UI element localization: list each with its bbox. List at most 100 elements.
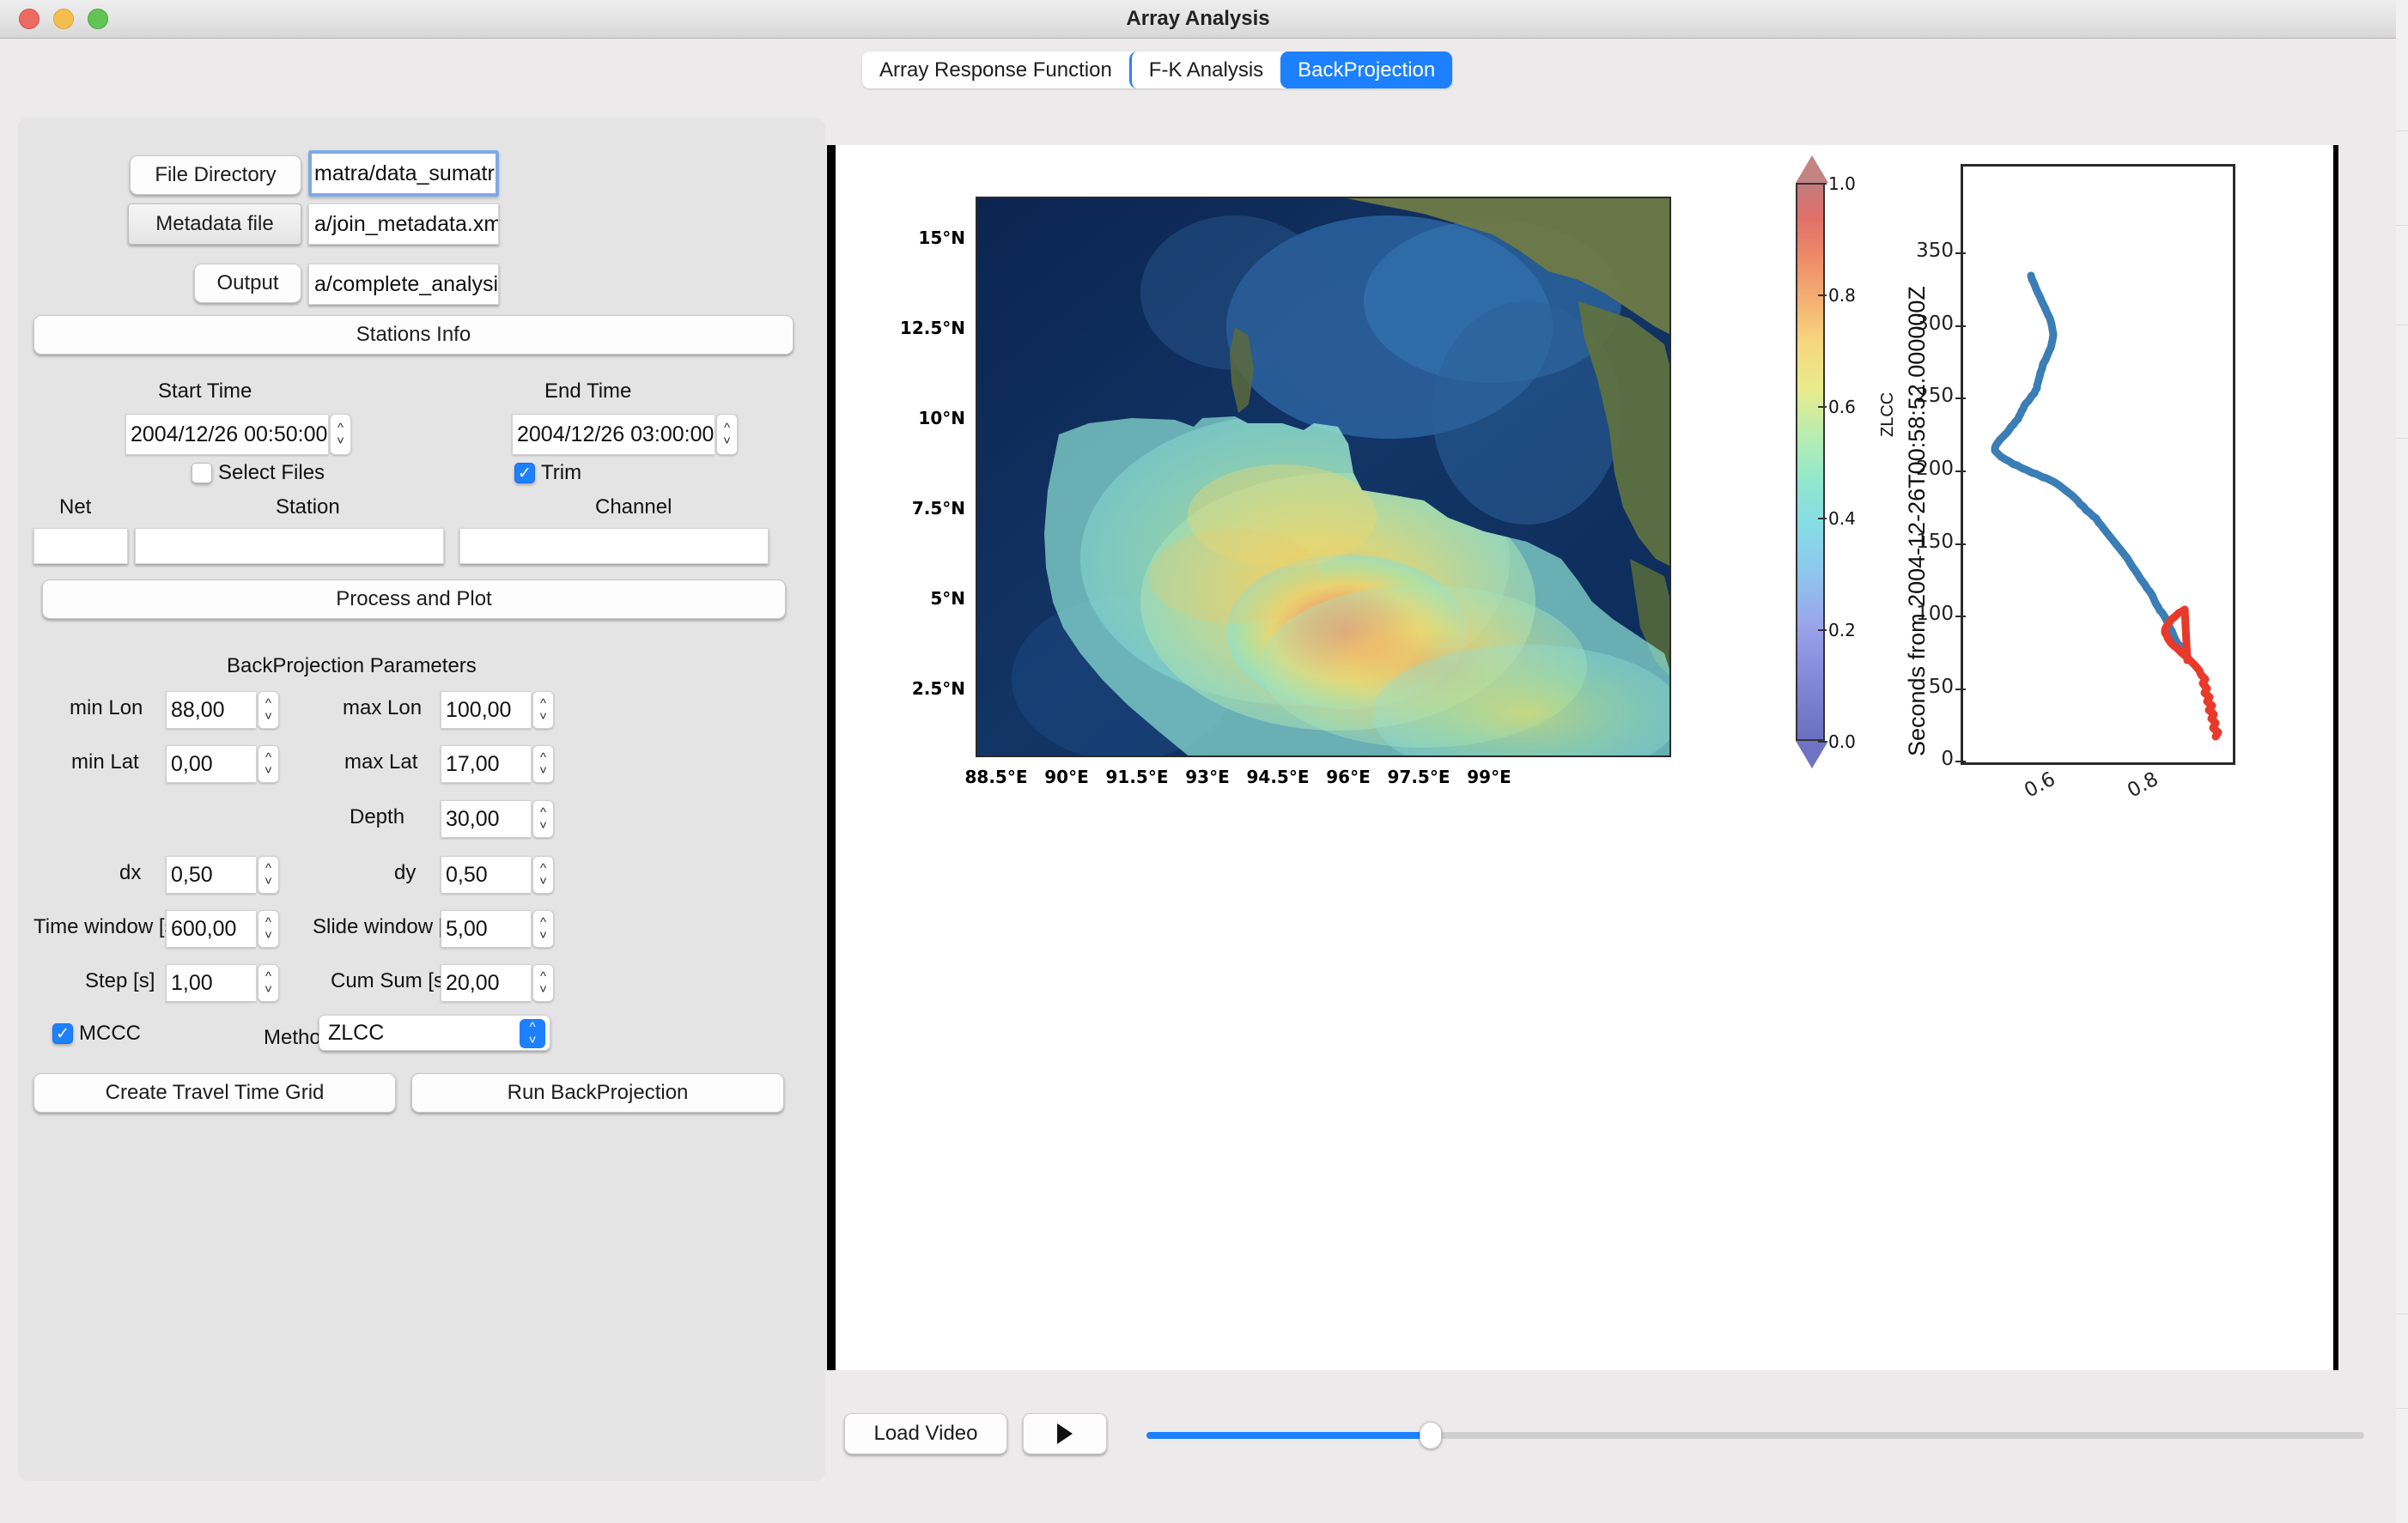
depth-input[interactable]: 30,00 — [441, 800, 531, 838]
trim-checkbox-row[interactable]: ✓ Trim — [514, 461, 581, 485]
time-window-input[interactable]: 600,00 — [166, 910, 256, 948]
trim-checkbox[interactable]: ✓ — [514, 463, 535, 483]
dx-input[interactable]: 0,50 — [166, 856, 256, 894]
end-time-input[interactable]: 2004/12/26 03:00:00 UTC — [512, 414, 714, 455]
map-canvas — [977, 198, 1669, 755]
file-directory-input[interactable]: matra/data_sumatra — [308, 150, 499, 197]
dy-spinbox[interactable]: 0,50 ^ ˅ — [441, 856, 556, 894]
depth-spinbox[interactable]: 30,00 ^ ˅ — [441, 800, 556, 838]
titlebar: Array Analysis — [0, 0, 2396, 39]
map-ytick-5: 2.5°N — [911, 678, 965, 699]
station-input[interactable] — [135, 528, 444, 564]
slider-thumb[interactable] — [1420, 1422, 1442, 1449]
colorbar-gradient — [1796, 183, 1825, 741]
max-lat-label: max Lat — [344, 750, 418, 774]
tab-fk-analysis[interactable]: F-K Analysis — [1128, 52, 1281, 88]
max-lat-spinbox[interactable]: 17,00 ^ ˅ — [441, 745, 556, 783]
time-window-label: Time window [s] — [33, 915, 181, 938]
content-area: File Directory matra/data_sumatra Metada… — [0, 90, 2396, 1523]
dx-stepper[interactable]: ^ ˅ — [258, 856, 279, 894]
output-button[interactable]: Output — [194, 264, 301, 303]
process-and-plot-button[interactable]: Process and Plot — [42, 579, 786, 619]
station-label: Station — [276, 495, 340, 519]
slide-window-spinbox[interactable]: 5,00 ^ ˅ — [441, 910, 556, 948]
cum-sum-input[interactable]: 20,00 — [441, 964, 531, 1002]
min-lon-stepper[interactable]: ^ ˅ — [258, 691, 279, 729]
end-time-spinbox[interactable]: 2004/12/26 03:00:00 UTC ^˅ — [512, 414, 739, 455]
colorbar-tick-0.8: 0.8 — [1818, 285, 1856, 306]
load-video-button[interactable]: Load Video — [844, 1413, 1007, 1454]
start-time-stepper[interactable]: ^ ˅ — [330, 414, 351, 455]
max-lat-input[interactable]: 17,00 — [441, 745, 531, 783]
mccc-checkbox-row[interactable]: ✓ MCCC — [52, 1022, 141, 1046]
tab-backprojection[interactable]: BackProjection — [1280, 52, 1453, 88]
step-label: Step [s] — [85, 969, 155, 992]
ts-ylabel: Seconds from 2004-12-26T00:58:52.000000Z — [1904, 286, 1930, 756]
step-spinbox[interactable]: 1,00 ^ ˅ — [166, 964, 282, 1002]
select-files-checkbox[interactable] — [192, 463, 212, 483]
start-time-input[interactable]: 2004/12/26 00:50:00 UTC — [125, 414, 328, 455]
slide-window-input[interactable]: 5,00 — [441, 910, 531, 948]
time-series-canvas — [1991, 271, 2223, 741]
time-window-spinbox[interactable]: 600,00 ^ ˅ — [166, 910, 282, 948]
dy-input[interactable]: 0,50 — [441, 856, 531, 894]
series-blue — [1991, 271, 2193, 664]
cum-sum-spinbox[interactable]: 20,00 ^ ˅ — [441, 964, 556, 1002]
colorbar-tick-0.0: 0.0 — [1818, 731, 1856, 752]
max-lat-stepper[interactable]: ^ ˅ — [532, 745, 554, 783]
application-window: Array Analysis Array Response Function F… — [0, 0, 2396, 1523]
colorbar-extend-max — [1796, 155, 1828, 183]
max-lon-input[interactable]: 100,00 — [441, 691, 531, 729]
stations-info-button[interactable]: Stations Info — [33, 315, 794, 355]
ts-ytick-0: 0 — [1941, 748, 1966, 770]
select-files-checkbox-row[interactable]: Select Files — [192, 461, 325, 485]
play-button[interactable] — [1023, 1413, 1107, 1454]
time-window-stepper[interactable]: ^ ˅ — [258, 910, 279, 948]
slider-fill — [1146, 1432, 1430, 1439]
end-time-label: End Time — [544, 379, 632, 403]
depth-stepper[interactable]: ^ ˅ — [532, 800, 554, 838]
file-directory-button[interactable]: File Directory — [130, 155, 301, 195]
run-backprojection-button[interactable]: Run BackProjection — [411, 1073, 784, 1113]
ts-xtick-0.6: 0.6 — [2021, 768, 2059, 803]
end-time-stepper[interactable]: ^ ˅ — [716, 414, 738, 455]
max-lon-spinbox[interactable]: 100,00 ^ ˅ — [441, 691, 556, 729]
create-travel-time-grid-button[interactable]: Create Travel Time Grid — [33, 1073, 396, 1113]
ts-ytick-50: 50 — [1928, 676, 1967, 698]
chevron-updown-icon[interactable]: ^ ˅ — [520, 1019, 545, 1048]
map-axes — [976, 197, 1671, 757]
video-slider[interactable] — [1146, 1422, 2364, 1449]
min-lat-stepper[interactable]: ^ ˅ — [258, 745, 279, 783]
cum-sum-stepper[interactable]: ^ ˅ — [532, 964, 554, 1002]
time-series-axes — [1961, 164, 2235, 765]
min-lat-spinbox[interactable]: 0,00 ^ ˅ — [166, 745, 282, 783]
metadata-file-input[interactable]: a/join_metadata.xml — [308, 203, 499, 245]
colorbar: 1.0 0.8 0.6 0.4 0.2 0.0 ZLCC — [1789, 155, 1897, 768]
output-input[interactable]: a/complete_analysis — [308, 264, 499, 305]
backprojection-map: 15°N 12.5°N 10°N 7.5°N 5°N 2.5°N 88.5°E … — [900, 197, 1671, 787]
tab-array-response-function[interactable]: Array Response Function — [862, 52, 1129, 88]
min-lat-input[interactable]: 0,00 — [166, 745, 256, 783]
mccc-checkbox[interactable]: ✓ — [52, 1023, 73, 1044]
step-stepper[interactable]: ^ ˅ — [258, 964, 279, 1002]
dy-stepper[interactable]: ^ ˅ — [532, 856, 554, 894]
slide-window-stepper[interactable]: ^ ˅ — [532, 910, 554, 948]
max-lon-stepper[interactable]: ^ ˅ — [532, 691, 554, 729]
figure-panel: 15°N 12.5°N 10°N 7.5°N 5°N 2.5°N 88.5°E … — [827, 145, 2338, 1370]
step-input[interactable]: 1,00 — [166, 964, 256, 1002]
min-lon-input[interactable]: 88,00 — [166, 691, 256, 729]
dx-spinbox[interactable]: 0,50 ^ ˅ — [166, 856, 282, 894]
tab-bar: Array Response Function F-K Analysis Bac… — [0, 39, 2396, 90]
start-time-spinbox[interactable]: 2004/12/26 00:50:00 UTC ^˅ — [125, 414, 353, 455]
net-input[interactable] — [33, 528, 128, 564]
map-ytick-1: 12.5°N — [899, 318, 965, 338]
backprojection-parameters-title: BackProjection Parameters — [227, 654, 477, 677]
dx-label: dx — [119, 861, 142, 884]
dy-label: dy — [394, 861, 417, 884]
channel-input[interactable] — [459, 528, 769, 564]
min-lon-spinbox[interactable]: 88,00 ^ ˅ — [166, 691, 282, 729]
slide-window-label: Slide window [s] — [313, 915, 461, 938]
metadata-file-button[interactable]: Metadata file — [128, 203, 301, 245]
method-select[interactable]: ZLCC ^ ˅ — [319, 1015, 550, 1051]
play-icon — [1057, 1423, 1073, 1444]
